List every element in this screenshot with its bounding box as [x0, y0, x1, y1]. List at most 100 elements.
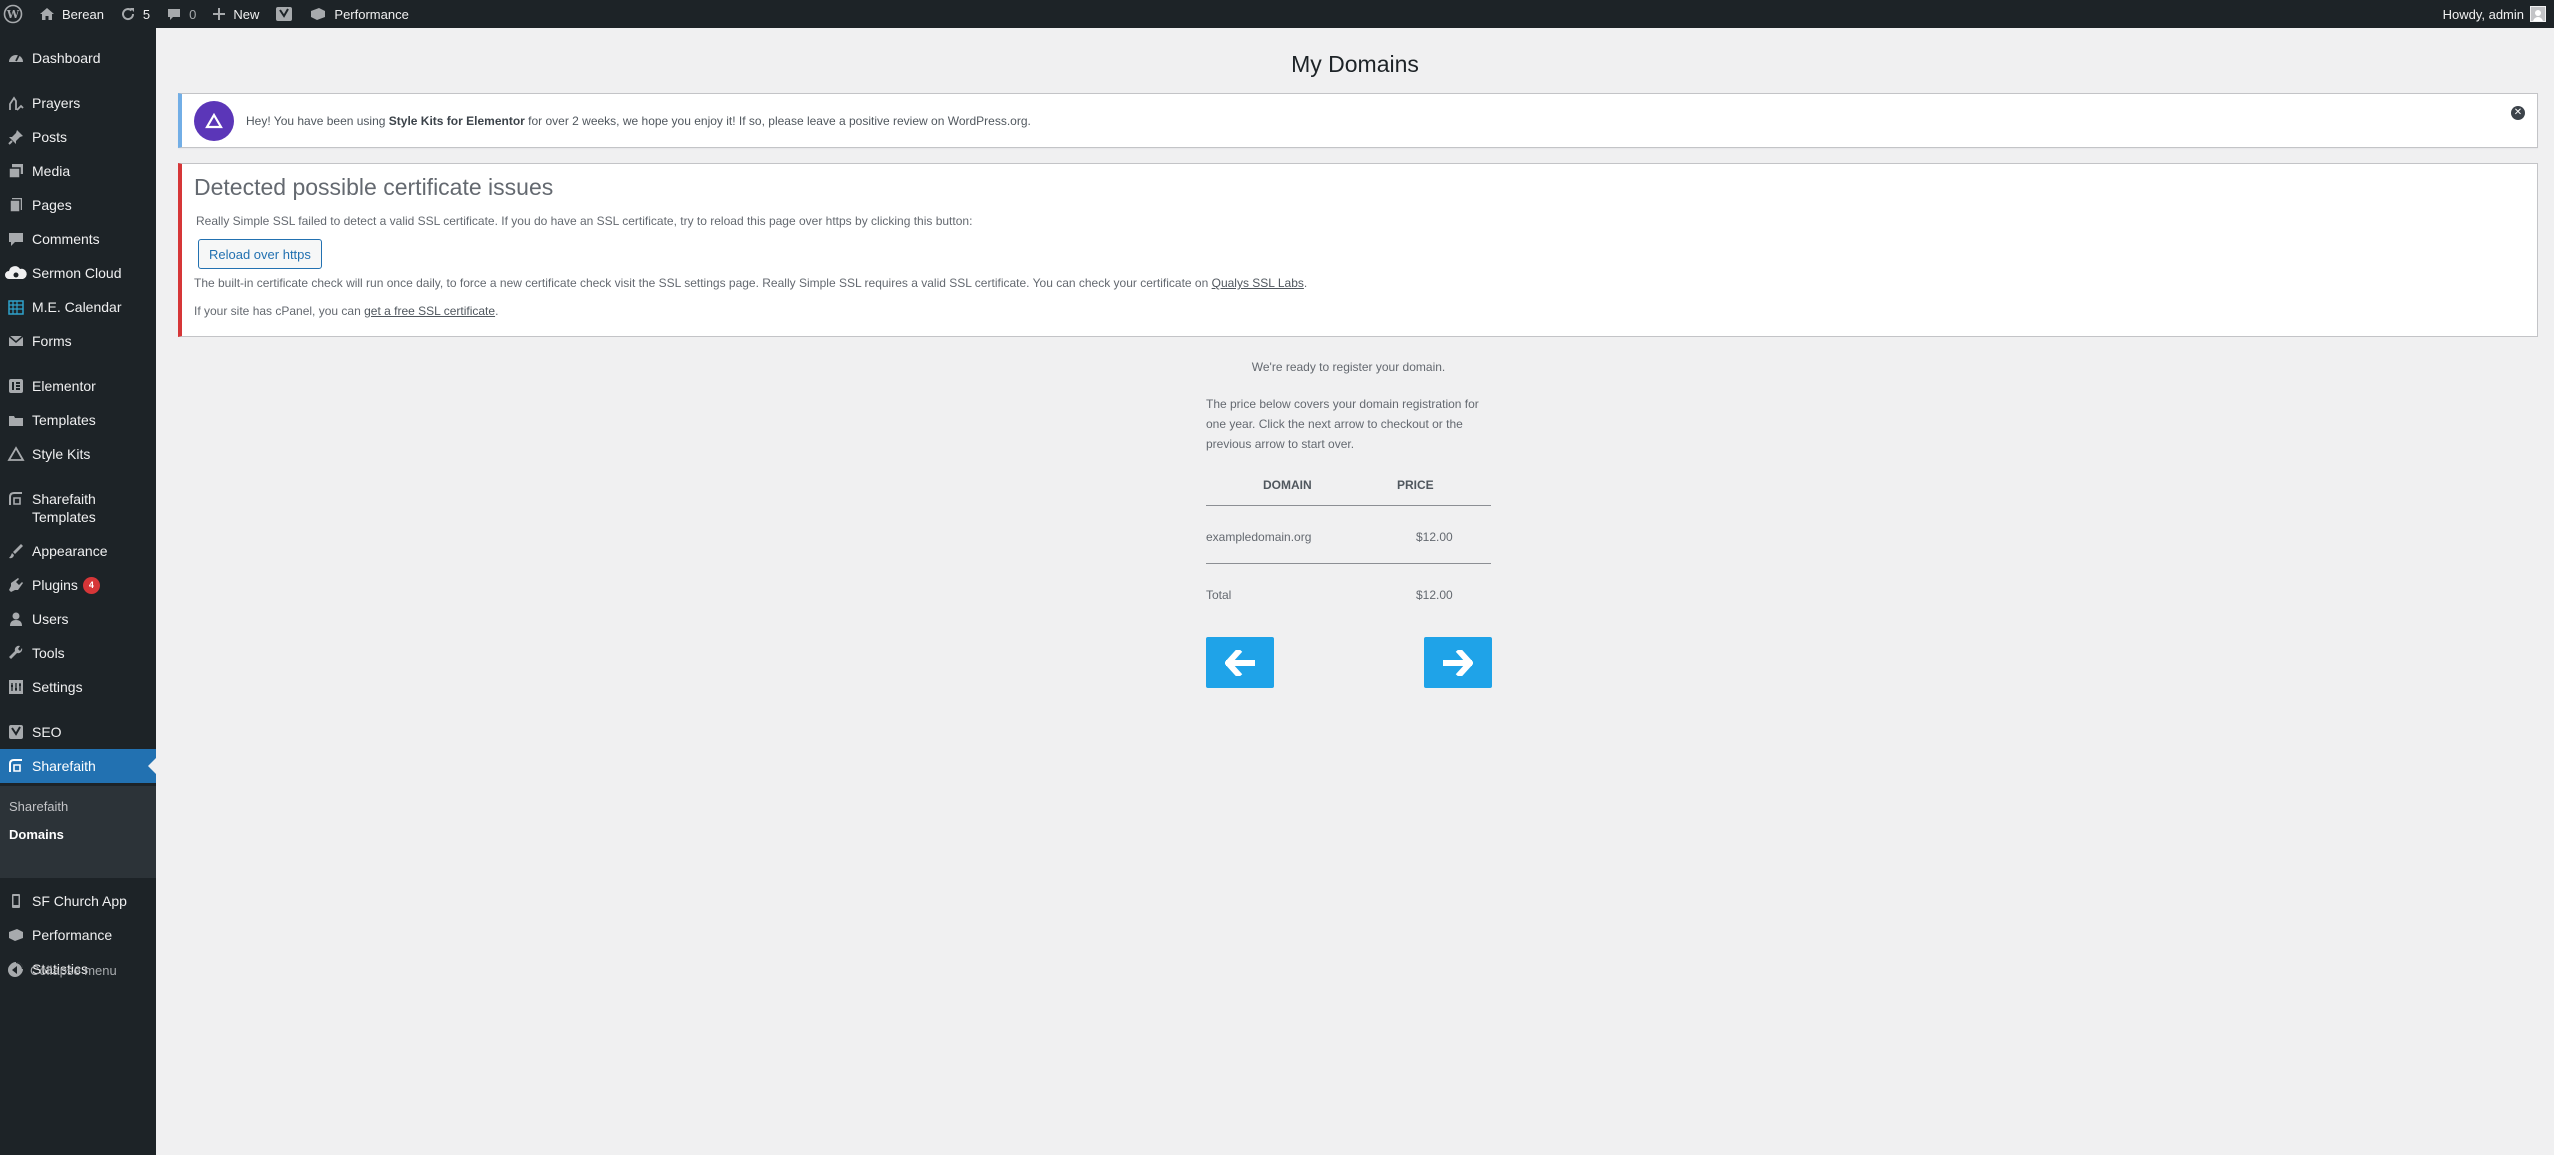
- updates-link[interactable]: 5: [112, 0, 158, 28]
- avatar: [2530, 6, 2546, 22]
- sharefaith-submenu: Sharefaith Domains: [0, 786, 156, 878]
- howdy-text: Howdy, admin: [2442, 6, 2524, 22]
- previous-arrow-button[interactable]: [1206, 637, 1274, 688]
- style-kits-notice: Hey! You have been using Style Kits for …: [178, 93, 2538, 148]
- sharefaith-icon: [0, 757, 32, 775]
- new-content-link[interactable]: New: [204, 0, 267, 28]
- style-kits-icon: [0, 445, 32, 463]
- submenu-item-sharefaith[interactable]: Sharefaith: [9, 799, 68, 814]
- prayers-icon: [0, 94, 32, 112]
- sidebar-item-comments[interactable]: Comments: [0, 222, 156, 256]
- performance-label: Performance: [334, 6, 409, 22]
- plus-icon: [213, 8, 226, 20]
- performance-link[interactable]: Performance: [301, 0, 416, 28]
- arrow-right-icon: [1443, 649, 1473, 676]
- updates-icon: [121, 8, 134, 21]
- pages-icon: [0, 196, 32, 214]
- admin-sidebar: Dashboard Prayers Posts Media Pages Comm…: [0, 28, 156, 1155]
- ssl-notice: Detected possible certificate issues Rea…: [178, 163, 2538, 337]
- ssl-notice-line1: Really Simple SSL failed to detect a val…: [196, 214, 973, 228]
- new-label: New: [233, 6, 260, 22]
- sidebar-item-pages[interactable]: Pages: [0, 188, 156, 222]
- performance-icon: [311, 8, 326, 20]
- ssl-notice-line3: If your site has cPanel, you can get a f…: [194, 304, 499, 318]
- yoast-link[interactable]: [267, 0, 301, 28]
- admin-bar: W Berean 5 0 New Performance Howdy, admi…: [0, 0, 2554, 28]
- sidebar-item-settings[interactable]: Settings: [0, 670, 156, 704]
- comment-icon: [168, 9, 181, 20]
- site-name: Berean: [62, 6, 104, 22]
- updates-count: 5: [142, 6, 151, 22]
- sidebar-item-sf-church-app[interactable]: SF Church App: [0, 884, 156, 918]
- sidebar-item-seo[interactable]: SEO: [0, 715, 156, 749]
- sidebar-item-forms[interactable]: Forms: [0, 324, 156, 358]
- sidebar-item-sermon-cloud[interactable]: Sermon Cloud: [0, 256, 156, 290]
- plugins-icon: [0, 576, 32, 594]
- yoast-seo-icon: [0, 723, 32, 741]
- submenu-item-domains[interactable]: Domains: [9, 827, 64, 842]
- site-name-link[interactable]: Berean: [31, 0, 112, 28]
- sidebar-item-tools[interactable]: Tools: [0, 636, 156, 670]
- free-ssl-certificate-link[interactable]: get a free SSL certificate: [364, 304, 495, 318]
- sidebar-item-appearance[interactable]: Appearance: [0, 534, 156, 568]
- total-label: Total: [1206, 588, 1232, 602]
- media-icon: [0, 162, 32, 180]
- sidebar-item-posts[interactable]: Posts: [0, 120, 156, 154]
- price-column-header: PRICE: [1397, 478, 1434, 492]
- users-icon: [0, 610, 32, 628]
- sharefaith-templates-icon: [0, 490, 32, 508]
- style-kits-logo-icon: [194, 100, 234, 141]
- yoast-icon: [276, 7, 293, 21]
- arrow-left-icon: [1225, 649, 1255, 676]
- next-arrow-button[interactable]: [1424, 637, 1492, 688]
- sidebar-item-style-kits[interactable]: Style Kits: [0, 437, 156, 471]
- dashboard-icon: [0, 49, 32, 67]
- sidebar-item-performance[interactable]: Performance: [0, 918, 156, 952]
- sidebar-item-sharefaith[interactable]: Sharefaith: [0, 749, 156, 783]
- elementor-icon: [0, 377, 32, 395]
- forms-icon: [0, 332, 32, 350]
- settings-icon: [0, 678, 32, 696]
- comments-icon: [0, 230, 32, 248]
- phone-icon: [0, 892, 32, 910]
- home-icon: [40, 8, 54, 20]
- sidebar-item-users[interactable]: Users: [0, 602, 156, 636]
- reload-over-https-button[interactable]: Reload over https: [198, 239, 322, 269]
- pin-icon: [0, 128, 32, 146]
- cloud-icon: [0, 265, 32, 281]
- sidebar-item-media[interactable]: Media: [0, 154, 156, 188]
- qualys-ssl-labs-link[interactable]: Qualys SSL Labs: [1212, 276, 1304, 290]
- page-title: My Domains: [1291, 51, 1419, 77]
- sidebar-item-plugins[interactable]: Plugins 4: [0, 568, 156, 602]
- wordpress-logo-icon[interactable]: W: [0, 0, 31, 28]
- templates-icon: [0, 411, 32, 429]
- collapse-menu-button[interactable]: Collapse menu: [0, 958, 156, 982]
- sidebar-item-templates[interactable]: Templates: [0, 403, 156, 437]
- sidebar-item-prayers[interactable]: Prayers: [0, 86, 156, 120]
- price-cell: $12.00: [1416, 530, 1453, 544]
- sidebar-item-me-calendar[interactable]: M.E. Calendar: [0, 290, 156, 324]
- style-kits-notice-text: Hey! You have been using Style Kits for …: [246, 113, 1031, 128]
- calendar-icon: [0, 298, 32, 316]
- collapse-icon: [0, 962, 30, 978]
- sidebar-item-sharefaith-templates[interactable]: Sharefaith Templates: [0, 482, 156, 534]
- comments-count: 0: [189, 6, 197, 22]
- comments-link[interactable]: 0: [158, 0, 204, 28]
- appearance-icon: [0, 542, 32, 560]
- my-account[interactable]: Howdy, admin: [2443, 0, 2554, 28]
- table-divider: [1206, 505, 1491, 506]
- wrench-icon: [0, 644, 32, 662]
- table-divider: [1206, 563, 1491, 564]
- price-description: The price below covers your domain regis…: [1206, 397, 1479, 451]
- sidebar-item-dashboard[interactable]: Dashboard: [0, 41, 156, 75]
- svg-text:W: W: [6, 8, 20, 21]
- collapse-label: Collapse menu: [30, 962, 117, 978]
- total-value: $12.00: [1416, 588, 1453, 602]
- plugins-update-badge: 4: [82, 576, 100, 594]
- domain-column-header: DOMAIN: [1263, 478, 1312, 492]
- ssl-notice-heading: Detected possible certificate issues: [194, 174, 554, 200]
- sidebar-item-elementor[interactable]: Elementor: [0, 369, 156, 403]
- dismiss-icon[interactable]: ✕: [2511, 106, 2525, 120]
- main-content: My Domains Hey! You have been using Styl…: [156, 28, 2554, 1155]
- domain-cell: exampledomain.org: [1206, 530, 1312, 544]
